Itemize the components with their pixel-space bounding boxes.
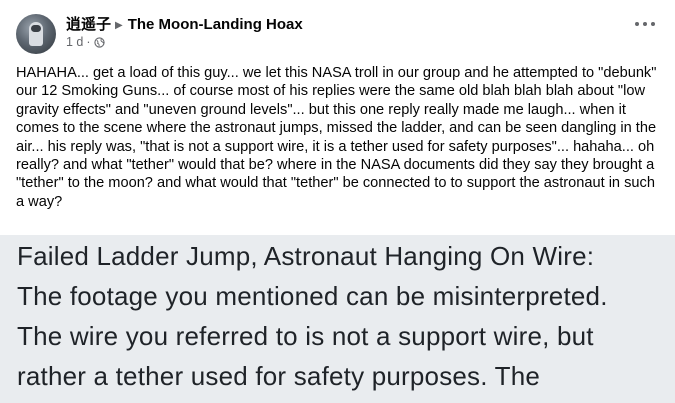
author-line: 逍遥子 ▶ The Moon-Landing Hoax <box>66 13 303 34</box>
post-image[interactable]: Failed Ladder Jump, Astronaut Hanging On… <box>0 235 675 403</box>
meta-separator: · <box>86 35 91 49</box>
image-text-line: The footage you mentioned can be misinte… <box>17 281 608 311</box>
triangle-right-icon: ▶ <box>115 20 123 31</box>
author-name[interactable]: 逍遥子 <box>66 16 111 33</box>
astronaut-visor <box>31 25 41 32</box>
post-meta: 1 d · <box>66 35 105 49</box>
group-name[interactable]: The Moon-Landing Hoax <box>128 16 303 33</box>
post-body: HAHAHA... get a load of this guy... we l… <box>16 64 666 211</box>
image-text-line: The wire you referred to is not a suppor… <box>17 321 594 351</box>
image-text-line: rather a tether used for safety purposes… <box>17 361 541 391</box>
post-text: HAHAHA... get a load of this guy... we l… <box>16 65 657 210</box>
post-time[interactable]: 1 d <box>66 35 83 49</box>
more-options-icon[interactable] <box>635 20 655 28</box>
avatar[interactable] <box>16 14 56 54</box>
post-header: 逍遥子 ▶ The Moon-Landing Hoax 1 d · <box>0 0 675 60</box>
globe-icon <box>93 36 105 48</box>
image-text-line: Failed Ladder Jump, Astronaut Hanging On… <box>17 241 595 271</box>
